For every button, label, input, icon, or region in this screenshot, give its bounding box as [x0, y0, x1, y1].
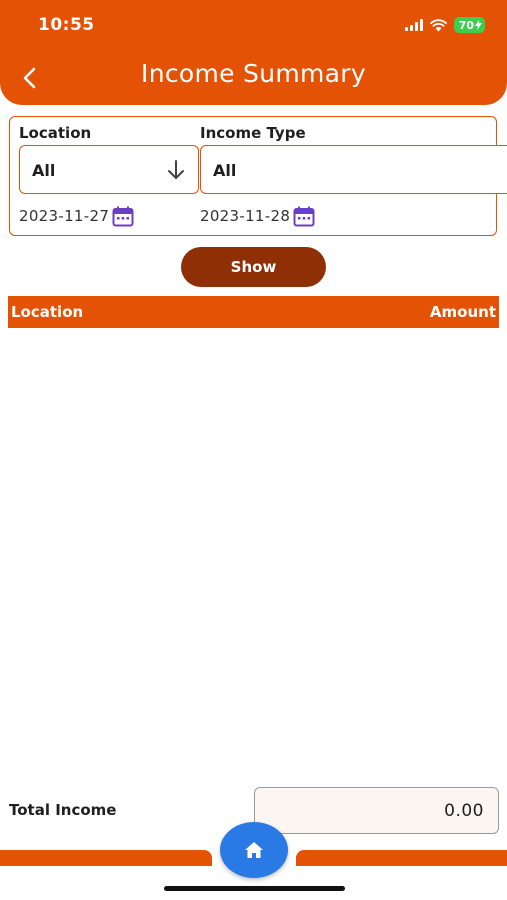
charging-bolt-icon [475, 20, 482, 30]
column-header-amount: Amount [429, 303, 496, 321]
home-icon [245, 842, 263, 858]
income-type-label: Income Type [200, 124, 306, 142]
total-income-value: 0.00 [444, 801, 484, 821]
home-button[interactable] [220, 822, 288, 878]
location-select[interactable]: All [19, 145, 199, 194]
home-indicator [164, 886, 345, 891]
bottom-bar-left [0, 850, 212, 866]
page-title: Income Summary [141, 59, 366, 88]
calendar-icon [293, 206, 315, 226]
end-date-text: 2023-11-28 [200, 207, 291, 225]
app-header: 10:55 70 Income Summary [0, 0, 507, 105]
income-type-select[interactable]: All [200, 145, 507, 194]
battery-icon: 70 [453, 17, 485, 33]
arrow-down-icon [168, 160, 184, 179]
start-date-text: 2023-11-27 [19, 207, 110, 225]
location-select-value: All [32, 161, 56, 180]
cellular-signal-icon [404, 19, 423, 31]
wifi-icon [429, 18, 447, 31]
column-header-location: Location [11, 303, 84, 321]
show-button[interactable]: Show [181, 247, 326, 287]
start-date-picker[interactable]: 2023-11-27 [19, 205, 134, 227]
calendar-icon [112, 206, 134, 226]
total-income-label: Total Income [9, 801, 117, 819]
battery-level: 70 [458, 18, 474, 32]
table-header: Location Amount [8, 296, 499, 328]
status-time: 10:55 [38, 15, 95, 35]
end-date-picker[interactable]: 2023-11-28 [200, 205, 315, 227]
status-icons: 70 [404, 17, 485, 33]
bottom-bar-right [296, 850, 507, 866]
total-income-field: 0.00 [254, 787, 499, 834]
income-type-select-value: All [213, 161, 237, 180]
location-label: Location [19, 124, 92, 142]
